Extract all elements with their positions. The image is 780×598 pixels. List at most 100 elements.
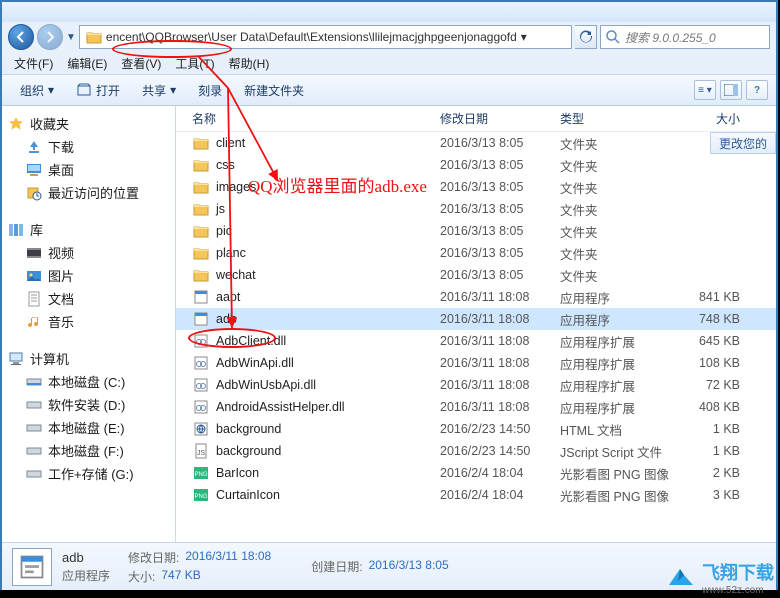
- nav-recent[interactable]: 最近访问的位置: [8, 181, 169, 204]
- nav-libraries[interactable]: 库: [8, 218, 169, 241]
- dll-icon: [192, 332, 210, 350]
- file-row[interactable]: AndroidAssistHelper.dll2016/3/11 18:08应用…: [176, 396, 776, 418]
- col-name[interactable]: 名称: [192, 110, 440, 127]
- preview-pane-button[interactable]: [720, 80, 742, 100]
- file-row[interactable]: wechat2016/3/13 8:05文件夹: [176, 264, 776, 286]
- file-date: 2016/3/13 8:05: [440, 136, 560, 150]
- file-row[interactable]: PNGBarIcon2016/2/4 18:04光影看图 PNG 图像2 KB: [176, 462, 776, 484]
- newfolder-button[interactable]: 新建文件夹: [234, 79, 314, 102]
- html-icon: [192, 420, 210, 438]
- change-view-hint[interactable]: 更改您的: [710, 132, 776, 154]
- nav-favorites[interactable]: 收藏夹: [8, 112, 169, 135]
- nav-drive-d[interactable]: 软件安装 (D:): [8, 393, 169, 416]
- dll-icon: [192, 376, 210, 394]
- menu-help[interactable]: 帮助(H): [223, 53, 276, 74]
- file-row[interactable]: background2016/2/23 14:50HTML 文档1 KB: [176, 418, 776, 440]
- exe-icon: [192, 310, 210, 328]
- col-date[interactable]: 修改日期: [440, 110, 560, 127]
- recent-icon: [26, 185, 42, 201]
- forward-button[interactable]: [37, 24, 63, 50]
- file-size: 645 KB: [680, 334, 740, 348]
- star-icon: [8, 116, 24, 132]
- file-date: 2016/2/23 14:50: [440, 422, 560, 436]
- desktop-icon: [26, 162, 42, 178]
- picture-icon: [26, 268, 42, 284]
- file-row[interactable]: AdbWinUsbApi.dll2016/3/11 18:08应用程序扩展72 …: [176, 374, 776, 396]
- file-size: 748 KB: [680, 312, 740, 326]
- nav-desktop[interactable]: 桌面: [8, 158, 169, 181]
- burn-button[interactable]: 刻录: [188, 79, 232, 102]
- file-list[interactable]: client2016/3/13 8:05文件夹css2016/3/13 8:05…: [176, 132, 776, 506]
- nav-drive-c[interactable]: 本地磁盘 (C:): [8, 370, 169, 393]
- file-type: 文件夹: [560, 178, 680, 197]
- open-icon: [76, 82, 92, 98]
- address-drop-icon[interactable]: ▾: [517, 30, 531, 44]
- nav-computer[interactable]: 计算机: [8, 347, 169, 370]
- nav-drive-g[interactable]: 工作+存储 (G:): [8, 462, 169, 485]
- help-button[interactable]: ?: [746, 80, 768, 100]
- navigation-pane[interactable]: 收藏夹 下载 桌面 最近访问的位置 库 视频 图片 文档 音乐 计算机 本地磁盘…: [2, 106, 176, 542]
- share-button[interactable]: 共享 ▾: [132, 79, 186, 102]
- details-pane: adb 应用程序 修改日期:2016/3/11 18:08 大小:747 KB …: [2, 542, 776, 590]
- file-row[interactable]: PNGCurtainIcon2016/2/4 18:04光影看图 PNG 图像3…: [176, 484, 776, 506]
- music-icon: [26, 314, 42, 330]
- toolbar: 组织 ▾ 打开 共享 ▾ 刻录 新建文件夹 ≡ ▾ ?: [2, 74, 776, 106]
- col-size[interactable]: 大小: [680, 110, 740, 127]
- file-name: images: [216, 180, 256, 194]
- svg-text:PNG: PNG: [194, 494, 207, 500]
- col-type[interactable]: 类型: [560, 110, 680, 127]
- menu-file[interactable]: 文件(F): [8, 53, 59, 74]
- refresh-button[interactable]: [575, 25, 597, 49]
- nav-pictures[interactable]: 图片: [8, 264, 169, 287]
- view-mode-button[interactable]: ≡ ▾: [694, 80, 716, 100]
- menu-tools[interactable]: 工具(T): [169, 53, 220, 74]
- video-icon: [26, 245, 42, 261]
- nav-downloads[interactable]: 下载: [8, 135, 169, 158]
- file-row[interactable]: AdbWinApi.dll2016/3/11 18:08应用程序扩展108 KB: [176, 352, 776, 374]
- file-size: 841 KB: [680, 290, 740, 304]
- back-button[interactable]: [8, 24, 34, 50]
- address-bar: ▼ encent\QQBrowser\User Data\Default\Ext…: [2, 22, 776, 52]
- file-date: 2016/3/13 8:05: [440, 224, 560, 238]
- nav-music[interactable]: 音乐: [8, 310, 169, 333]
- file-row[interactable]: css2016/3/13 8:05文件夹: [176, 154, 776, 176]
- library-icon: [8, 222, 24, 238]
- file-type: 应用程序扩展: [560, 332, 680, 351]
- search-input[interactable]: 搜索 9.0.0.255_0: [600, 25, 770, 49]
- pane-icon: [724, 84, 738, 96]
- file-type: 文件夹: [560, 134, 680, 153]
- nav-documents[interactable]: 文档: [8, 287, 169, 310]
- file-row[interactable]: AdbClient.dll2016/3/11 18:08应用程序扩展645 KB: [176, 330, 776, 352]
- file-name: background: [216, 444, 281, 458]
- file-type: 光影看图 PNG 图像: [560, 486, 680, 505]
- png-icon: PNG: [192, 486, 210, 504]
- organize-button[interactable]: 组织 ▾: [10, 79, 64, 102]
- open-button[interactable]: 打开: [66, 79, 130, 102]
- file-size: 408 KB: [680, 400, 740, 414]
- folder-icon: [192, 178, 210, 196]
- nav-videos[interactable]: 视频: [8, 241, 169, 264]
- file-row[interactable]: planc2016/3/13 8:05文件夹: [176, 242, 776, 264]
- column-headers[interactable]: 名称 修改日期 类型 大小: [176, 106, 776, 132]
- file-date: 2016/2/23 14:50: [440, 444, 560, 458]
- arrow-left-icon: [13, 29, 29, 45]
- file-name: CurtainIcon: [216, 488, 280, 502]
- file-row[interactable]: images 2016/3/13 8:05文件夹: [176, 176, 776, 198]
- file-type: 文件夹: [560, 222, 680, 241]
- menu-view[interactable]: 查看(V): [115, 53, 167, 74]
- menu-edit[interactable]: 编辑(E): [61, 53, 113, 74]
- file-row[interactable]: pic2016/3/13 8:05文件夹: [176, 220, 776, 242]
- file-row[interactable]: js2016/3/13 8:05文件夹: [176, 198, 776, 220]
- file-row[interactable]: client 2016/3/13 8:05文件夹: [176, 132, 776, 154]
- history-dropdown-icon[interactable]: ▼: [66, 32, 76, 43]
- file-date: 2016/3/13 8:05: [440, 180, 560, 194]
- file-name: client: [216, 136, 245, 150]
- file-row[interactable]: aapt2016/3/11 18:08应用程序841 KB: [176, 286, 776, 308]
- nav-drive-e[interactable]: 本地磁盘 (E:): [8, 416, 169, 439]
- file-row[interactable]: JSbackground2016/2/23 14:50JScript Scrip…: [176, 440, 776, 462]
- file-row[interactable]: adb2016/3/11 18:08应用程序748 KB: [176, 308, 776, 330]
- nav-drive-f[interactable]: 本地磁盘 (F:): [8, 439, 169, 462]
- file-name: AdbWinUsbApi.dll: [216, 378, 316, 392]
- address-input[interactable]: encent\QQBrowser\User Data\Default\Exten…: [79, 25, 572, 49]
- titlebar[interactable]: [2, 2, 776, 22]
